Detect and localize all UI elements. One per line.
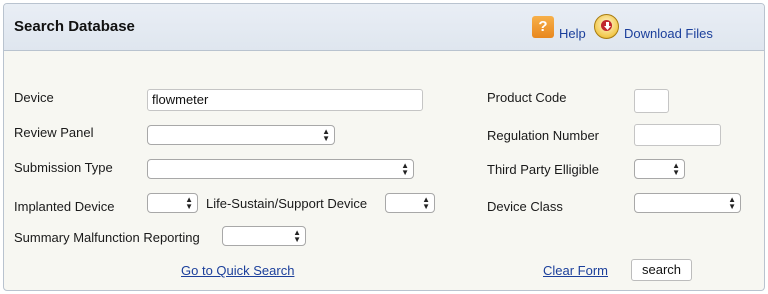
regulation-number-label: Regulation Number [487,128,600,143]
life-sustain-select[interactable]: ▲ ▼ [385,193,435,213]
device-label: Device [14,90,54,105]
submission-type-select[interactable]: ▲ ▼ [147,159,414,179]
select-arrows-icon: ▲ ▼ [293,228,301,244]
life-sustain-label: Life-Sustain/Support Device [206,196,368,211]
help-link[interactable]: Help [559,26,586,41]
regulation-number-input[interactable] [634,124,721,146]
select-arrows-icon: ▲ ▼ [728,195,736,211]
search-database-panel: Search Database ? Help Download Files De… [3,3,765,291]
summary-malfunction-select[interactable]: ▲ ▼ [222,226,306,246]
panel-header: Search Database ? Help Download Files [4,4,764,51]
select-arrows-icon: ▲ ▼ [422,195,430,211]
implanted-device-label: Implanted Device [14,199,115,214]
device-class-select[interactable]: ▲ ▼ [634,193,741,213]
search-button[interactable]: search [631,259,692,281]
clear-form-link[interactable]: Clear Form [543,263,608,278]
download-files-link[interactable]: Download Files [624,26,713,41]
select-arrows-icon: ▲ ▼ [322,127,330,143]
third-party-select[interactable]: ▲ ▼ [634,159,685,179]
page-title: Search Database [14,18,135,35]
select-arrows-icon: ▲ ▼ [672,161,680,177]
summary-malfunction-label: Summary Malfunction Reporting [14,230,200,245]
quick-search-link[interactable]: Go to Quick Search [181,263,294,278]
select-arrows-icon: ▲ ▼ [401,161,409,177]
device-class-label: Device Class [487,199,563,214]
review-panel-label: Review Panel [14,125,94,140]
select-arrows-icon: ▲ ▼ [185,195,193,211]
device-input[interactable]: flowmeter [147,89,423,111]
product-code-label: Product Code [487,90,567,105]
submission-type-label: Submission Type [14,160,113,175]
product-code-input[interactable] [634,89,669,113]
implanted-device-select[interactable]: ▲ ▼ [147,193,198,213]
review-panel-select[interactable]: ▲ ▼ [147,125,335,145]
help-icon[interactable]: ? [532,16,554,38]
download-icon[interactable] [594,14,619,39]
third-party-label: Third Party Elligible [487,162,599,177]
